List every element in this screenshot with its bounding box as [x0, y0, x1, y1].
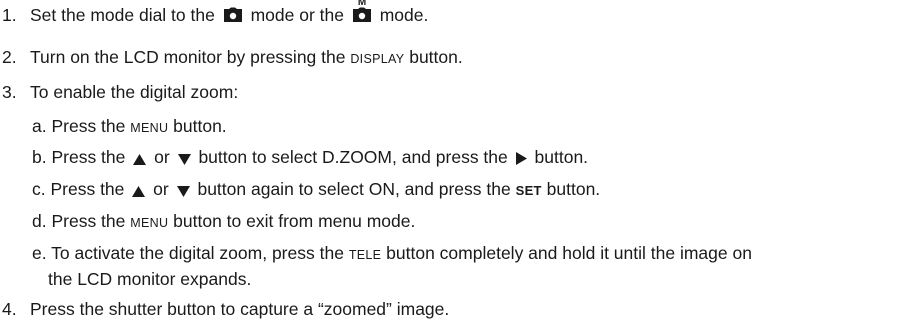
substep-text: c. Press the: [32, 179, 125, 199]
right-triangle-icon: [515, 148, 527, 170]
substep-b: b. Press the or button to select D.ZOOM,…: [32, 146, 588, 170]
substep-text: button.: [173, 116, 227, 136]
substep-text: button again to select ON, and press the: [197, 179, 511, 199]
tele-button-label: TELE: [348, 248, 382, 262]
substep-text: button.: [546, 179, 601, 199]
substep-text: d. Press the: [32, 211, 126, 231]
down-triangle-icon: [177, 148, 191, 170]
substep-text: button.: [534, 147, 589, 167]
substep-text: button completely and hold it until the …: [386, 243, 752, 263]
substep-text: or: [154, 147, 170, 167]
menu-button-label: MENU: [130, 121, 169, 135]
step-text: mode.: [379, 5, 429, 25]
substep-e-continued: the LCD monitor expands.: [48, 268, 251, 290]
step-number: 4.: [2, 299, 17, 319]
down-triangle-icon: [176, 180, 190, 202]
step-text: button.: [409, 47, 463, 67]
substep-text: e. To activate the digital zoom, press t…: [32, 243, 344, 263]
set-button-label: SET: [515, 183, 542, 198]
substep-text: the LCD monitor expands.: [48, 269, 252, 289]
instruction-document: 1. Set the mode dial to the mode or the …: [0, 0, 908, 322]
substep-text: or: [153, 179, 169, 199]
display-button-label: DISPLAY: [350, 52, 405, 66]
substep-text: button to select D.ZOOM, and press the: [198, 147, 508, 167]
step-number: 3.: [2, 82, 17, 102]
step-text: Press the shutter button to capture a “z…: [30, 299, 450, 319]
substep-a: a. Press the MENU button.: [32, 115, 227, 139]
substep-text: b. Press the: [32, 147, 126, 167]
camera-icon: [223, 6, 243, 28]
substep-d: d. Press the MENU button to exit from me…: [32, 210, 415, 234]
step-text: Set the mode dial to the: [30, 5, 215, 25]
manual-camera-icon: M: [352, 0, 372, 28]
substep-text: button to exit from menu mode.: [173, 211, 416, 231]
step-text: mode or the: [250, 5, 344, 25]
substep-e: e. To activate the digital zoom, press t…: [32, 242, 752, 266]
up-triangle-icon: [132, 180, 146, 202]
substep-text: a. Press the: [32, 116, 126, 136]
step-number: 2.: [2, 47, 17, 67]
step-text: Turn on the LCD monitor by pressing the: [30, 47, 346, 67]
step-number: 1.: [2, 5, 17, 25]
manual-letter: M: [357, 0, 367, 8]
step-text: To enable the digital zoom:: [30, 82, 239, 102]
substep-c: c. Press the or button again to select O…: [32, 178, 600, 202]
up-triangle-icon: [133, 148, 147, 170]
menu-button-label: MENU: [130, 216, 169, 230]
